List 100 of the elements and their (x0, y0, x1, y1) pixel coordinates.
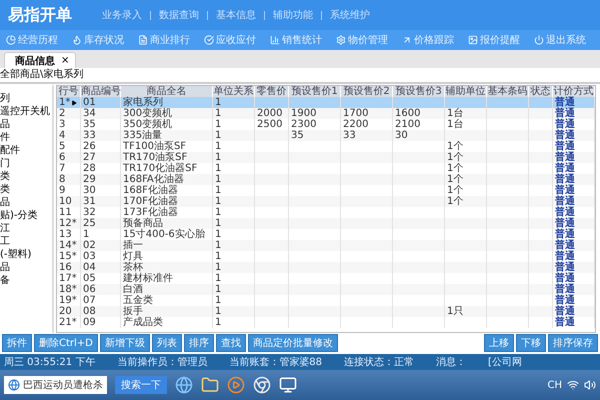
table-cell: 15寸400-6实心胎 (121, 229, 213, 240)
table-cell (529, 97, 553, 108)
table-cell (529, 218, 553, 229)
table-cell: 11 (57, 207, 81, 218)
folder-icon[interactable] (201, 376, 219, 394)
table-cell: 20 (57, 306, 81, 317)
tree-item[interactable]: 配件 (0, 145, 52, 157)
column-header[interactable]: 预设售价2 (341, 86, 393, 97)
table-cell (487, 174, 529, 185)
search-field[interactable]: 巴西运动员遭枪杀 (4, 376, 107, 394)
volume-icon[interactable] (584, 379, 596, 391)
table-cell (341, 174, 393, 185)
tree-item[interactable]: 类 (0, 171, 52, 183)
table-cell: 1个 (445, 174, 487, 185)
tree-item[interactable]: 贴)-分类 (0, 210, 52, 222)
table-cell (529, 174, 553, 185)
table-cell: 18* (57, 284, 81, 295)
table-cell (487, 262, 529, 273)
table-cell: 普通 (553, 306, 595, 317)
pie-chart-icon (6, 35, 16, 45)
table-cell: 1 (213, 185, 255, 196)
table-cell (393, 174, 445, 185)
table-cell: 1600 (393, 108, 445, 119)
tree-item[interactable]: 江 (0, 223, 52, 235)
tree-item[interactable]: 类 (0, 184, 52, 196)
table-cell: 灯具 (121, 251, 213, 262)
tab[interactable]: 商品信息 × (4, 52, 76, 68)
globe-icon[interactable] (175, 376, 193, 394)
table-cell: 9 (57, 185, 81, 196)
table-cell (289, 218, 341, 229)
app-title: 易指开单 (8, 4, 72, 26)
table-cell: 8 (57, 174, 81, 185)
table-cell: 02 (81, 240, 121, 251)
table-cell: 产成品类 (121, 317, 213, 328)
table-cell: 14* (57, 240, 81, 251)
table-cell: 168FA化油器 (121, 174, 213, 185)
table-cell (341, 196, 393, 207)
status-text: 连接状态：正常 (344, 356, 414, 369)
table-cell (529, 108, 553, 119)
column-header[interactable]: 基本条码 (487, 86, 529, 97)
table-cell: 2500 (255, 119, 289, 130)
column-header[interactable]: 预设售价1 (289, 86, 341, 97)
table-cell: 1 (213, 207, 255, 218)
table-cell (255, 306, 289, 317)
table-cell: 1个 (445, 141, 487, 152)
status-text: 当前账套：管家婆88 (229, 356, 322, 369)
table-cell: 2000 (255, 108, 289, 119)
table-cell (487, 196, 529, 207)
close-button[interactable]: × (61, 55, 70, 66)
table-cell (255, 284, 289, 295)
tree-item[interactable]: 品 (0, 262, 52, 274)
tree-item[interactable]: 品 (0, 119, 52, 131)
table-cell: 33 (341, 130, 393, 141)
table-cell: 1 (213, 251, 255, 262)
table-cell: 普通 (553, 196, 595, 207)
tree-item[interactable]: 门 (0, 158, 52, 170)
search-button[interactable]: 搜索一下 (115, 376, 167, 394)
table-cell (289, 152, 341, 163)
table-cell (289, 262, 341, 273)
column-header[interactable]: 行号 (57, 86, 81, 97)
table-cell: 16 (57, 262, 81, 273)
column-header[interactable]: 零售价 (255, 86, 289, 97)
table-cell: 普通 (553, 207, 595, 218)
tree-item[interactable]: 工 (0, 236, 52, 248)
gear-icon (336, 35, 346, 45)
column-header[interactable]: 商品全名 (121, 86, 213, 97)
tree-item[interactable]: 品 (0, 197, 52, 209)
table-cell (289, 196, 341, 207)
table-cell: 6 (57, 152, 81, 163)
table-cell (529, 152, 553, 163)
table-cell: 350变频机 (121, 119, 213, 130)
tree-item[interactable]: 件 (0, 132, 52, 144)
table-cell: 300变频机 (121, 108, 213, 119)
table-cell: 普通 (553, 273, 595, 284)
tree-item[interactable]: (-塑料) (0, 249, 52, 261)
table-cell (393, 306, 445, 317)
table-cell: 08 (81, 306, 121, 317)
tree-item[interactable]: 遥控开关机 (0, 106, 52, 118)
table-cell: 03 (81, 251, 121, 262)
language-indicator[interactable]: CH (547, 380, 562, 390)
browser-icon[interactable] (253, 376, 271, 394)
tree-item[interactable]: 备 (0, 275, 52, 287)
tree-item[interactable]: 列 (0, 93, 52, 105)
table-cell: 19* (57, 295, 81, 306)
table-cell: 普通 (553, 185, 595, 196)
table-cell (445, 218, 487, 229)
column-header[interactable]: 单位关系 (213, 86, 255, 97)
column-header[interactable]: 计价方式 (553, 86, 595, 97)
table-cell (255, 196, 289, 207)
table-cell: 168F化油器 (121, 185, 213, 196)
column-header[interactable]: 辅助单位 (445, 86, 487, 97)
column-header[interactable]: 预设售价3 (393, 86, 445, 97)
column-header[interactable]: 商品编号 (81, 86, 121, 97)
column-header[interactable]: 状态 (529, 86, 553, 97)
table-cell (393, 284, 445, 295)
table-cell (393, 218, 445, 229)
table-cell: 1 (213, 119, 255, 130)
monitor-icon[interactable] (279, 376, 297, 394)
table-cell: 普通 (553, 174, 595, 185)
table-cell: 15* (57, 251, 81, 262)
